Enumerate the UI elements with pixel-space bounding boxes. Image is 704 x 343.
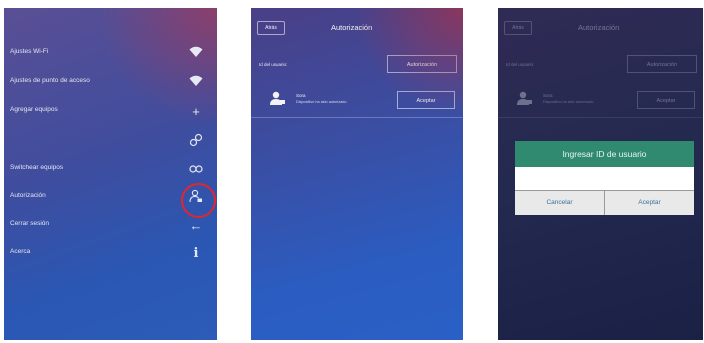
page-title: Autorización — [331, 23, 373, 32]
menu-item-label: Ajustes Wi-Fi — [10, 48, 49, 55]
menu-item-label: Acerca — [10, 248, 31, 255]
wifi-icon — [187, 45, 205, 63]
user-detail: Dispositivo ha sido autorizado — [296, 100, 347, 104]
dialog-title: Ingresar ID de usuario — [515, 141, 694, 167]
user-icon — [516, 91, 532, 108]
menu-item-link[interactable] — [10, 133, 211, 151]
menu-item-label: Cerrar sesión — [10, 220, 50, 227]
authorize-button[interactable]: Autorización — [627, 55, 697, 73]
authorize-button[interactable]: Autorización — [387, 55, 457, 73]
authorization-dialog-screen: Atrás Autorización Id del usuario: Autor… — [498, 8, 703, 340]
confirm-button[interactable]: Aceptar — [604, 191, 694, 215]
link-icon — [187, 133, 205, 151]
menu-screen: Ajustes Wi-Fi Ajustes de punto de acceso… — [4, 8, 217, 340]
user-name: Sora — [543, 93, 553, 98]
menu-item-wifi-settings[interactable]: Ajustes Wi-Fi — [10, 46, 211, 62]
menu-item-label: Autorización — [10, 192, 46, 199]
back-button[interactable]: Atrás — [504, 21, 532, 35]
menu-item-about[interactable]: Acerca i — [10, 246, 211, 262]
accept-button[interactable]: Aceptar — [637, 91, 695, 109]
user-id-dialog: Ingresar ID de usuario Cancelar Aceptar — [515, 141, 694, 226]
menu-item-logout[interactable]: Cerrar sesión ← — [10, 218, 211, 234]
user-id-input[interactable] — [515, 167, 694, 190]
authorization-screen: Atrás Autorización Id del usuario: Autor… — [251, 8, 463, 340]
plus-icon: + — [192, 104, 200, 119]
user-row[interactable]: Sora Dispositivo ha sido autorizado Acep… — [251, 83, 463, 118]
user-id-label: Id del usuario: — [259, 62, 288, 67]
menu-item-label: Agregar equipos — [10, 106, 58, 113]
back-button[interactable]: Atrás — [257, 21, 285, 35]
highlight-circle — [181, 183, 216, 218]
user-row[interactable]: Sora Dispositivo ha sido autorizado Acep… — [498, 83, 703, 118]
menu-item-switch-devices[interactable]: Switchear equipos — [10, 162, 211, 178]
info-icon: i — [193, 246, 199, 261]
menu-item-add-devices[interactable]: Agregar equipos + — [10, 104, 211, 120]
menu-item-hotspot-settings[interactable]: Ajustes de punto de acceso — [10, 75, 211, 91]
user-name: Sora — [296, 93, 306, 98]
menu-item-label: Switchear equipos — [10, 164, 64, 171]
cancel-button[interactable]: Cancelar — [515, 191, 604, 215]
user-detail: Dispositivo ha sido autorizado — [543, 100, 594, 104]
arrow-left-icon: ← — [189, 218, 203, 233]
accept-button[interactable]: Aceptar — [397, 91, 455, 109]
page-title: Autorización — [578, 23, 620, 32]
dialog-buttons: Cancelar Aceptar — [515, 190, 694, 215]
wifi-icon — [187, 74, 205, 92]
user-id-label: Id del usuario: — [506, 62, 535, 67]
switch-icon — [187, 161, 205, 179]
menu-item-label: Ajustes de punto de acceso — [10, 77, 90, 84]
user-icon — [269, 91, 285, 108]
